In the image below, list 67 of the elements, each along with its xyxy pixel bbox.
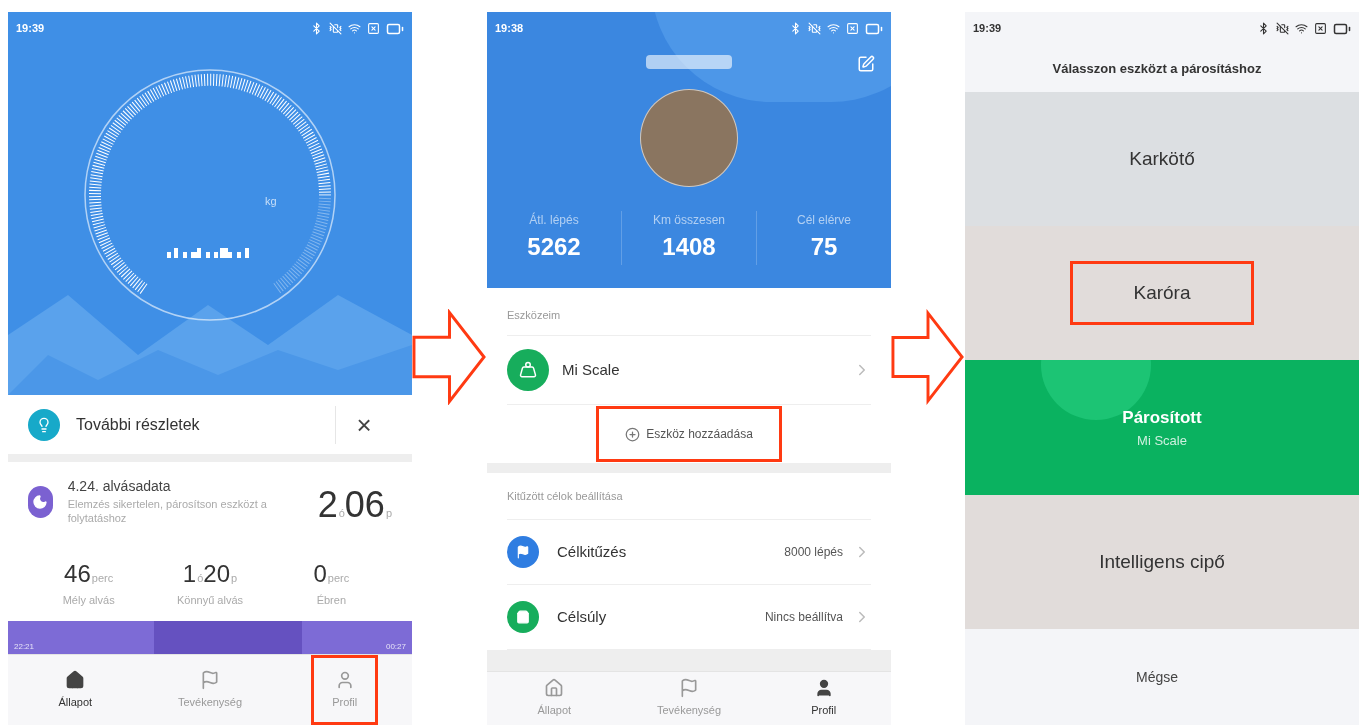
status-time: 19:39 xyxy=(973,21,1002,37)
lightbulb-icon xyxy=(36,416,52,433)
value-number: 46 xyxy=(64,559,91,589)
wifi-icon xyxy=(1295,22,1308,35)
timeline-start: 22:21 xyxy=(14,641,35,653)
section-heading: Eszközeim xyxy=(507,308,562,324)
flag-icon xyxy=(679,678,699,699)
stat-label: Cél elérve xyxy=(797,212,851,229)
bluetooth-icon xyxy=(789,22,802,35)
value-number: 06 xyxy=(344,483,385,527)
edit-icon[interactable] xyxy=(857,55,875,73)
value-number: 20 xyxy=(203,559,230,589)
sim-icon xyxy=(367,22,380,35)
stat-label: Km összesen xyxy=(653,212,725,229)
add-device-button[interactable]: Eszköz hozzáadása xyxy=(596,406,782,462)
nav-tab[interactable]: Profil xyxy=(793,672,855,725)
close-button[interactable]: × xyxy=(336,411,392,438)
sim-icon xyxy=(846,22,859,35)
value-unit: perc xyxy=(91,571,114,586)
sleep-description: Elemzés sikertelen, párosítson eszközt a folytatáshoz xyxy=(67,497,268,525)
goal-row[interactable]: Célkitűzés 8000 lépés xyxy=(507,520,871,585)
stat-label: Ébren xyxy=(316,593,346,608)
paired-device: Mi Scale xyxy=(1137,431,1187,450)
vibrate-off-icon xyxy=(808,22,821,35)
goal-value: Nincs beállítva xyxy=(764,609,843,626)
section-heading: Kitűzött célok beállítása xyxy=(507,473,871,520)
status-time: 19:38 xyxy=(495,21,524,37)
bluetooth-icon xyxy=(1257,22,1270,35)
screen-title: Válasszon eszközt a párosításhoz xyxy=(1051,59,1263,78)
device-row[interactable]: Mi Scale xyxy=(507,335,871,405)
wifi-icon xyxy=(827,22,840,35)
flag-icon xyxy=(516,545,530,559)
vibrate-off-icon xyxy=(1276,22,1289,35)
device-option[interactable]: Karóra xyxy=(1070,261,1254,325)
goal-value: 8000 lépés xyxy=(784,544,843,561)
tip-text[interactable]: További részletek xyxy=(76,412,335,437)
bag-icon xyxy=(516,610,530,624)
cancel-button[interactable]: Mégse xyxy=(965,629,1359,725)
value-number: 1 xyxy=(182,559,197,589)
bluetooth-icon xyxy=(310,22,323,35)
value-unit: perc xyxy=(327,571,350,586)
unit-label: kg xyxy=(265,194,277,209)
vibrate-off-icon xyxy=(329,22,342,35)
stat-value: 75 xyxy=(810,232,838,262)
stat-label: Átl. lépés xyxy=(529,211,579,229)
home-icon xyxy=(65,669,86,690)
wifi-icon xyxy=(348,22,361,35)
sleep-title: 4.24. alvásadata xyxy=(67,477,172,496)
value-number: 2 xyxy=(317,483,338,527)
stat-label: Könnyű alvás xyxy=(176,593,243,608)
sim-icon xyxy=(1314,22,1327,35)
value-unit: ó xyxy=(197,572,204,586)
stat-value: 5262 xyxy=(527,232,581,262)
value-number: 0 xyxy=(313,559,327,589)
home-icon xyxy=(544,678,565,699)
stat-label: Mély alvás xyxy=(62,593,115,608)
value-unit: ó xyxy=(338,507,345,521)
flag-icon xyxy=(200,669,220,690)
value-unit: p xyxy=(231,571,238,586)
value-unit: p xyxy=(385,506,392,521)
status-time: 19:39 xyxy=(16,21,45,37)
scale-icon xyxy=(519,361,537,379)
moon-icon xyxy=(32,494,49,510)
nav-tab[interactable]: Állapot xyxy=(40,655,111,725)
timeline-end: 00:27 xyxy=(385,641,406,653)
stat-value: 1408 xyxy=(662,232,716,262)
plus-icon xyxy=(625,426,641,442)
